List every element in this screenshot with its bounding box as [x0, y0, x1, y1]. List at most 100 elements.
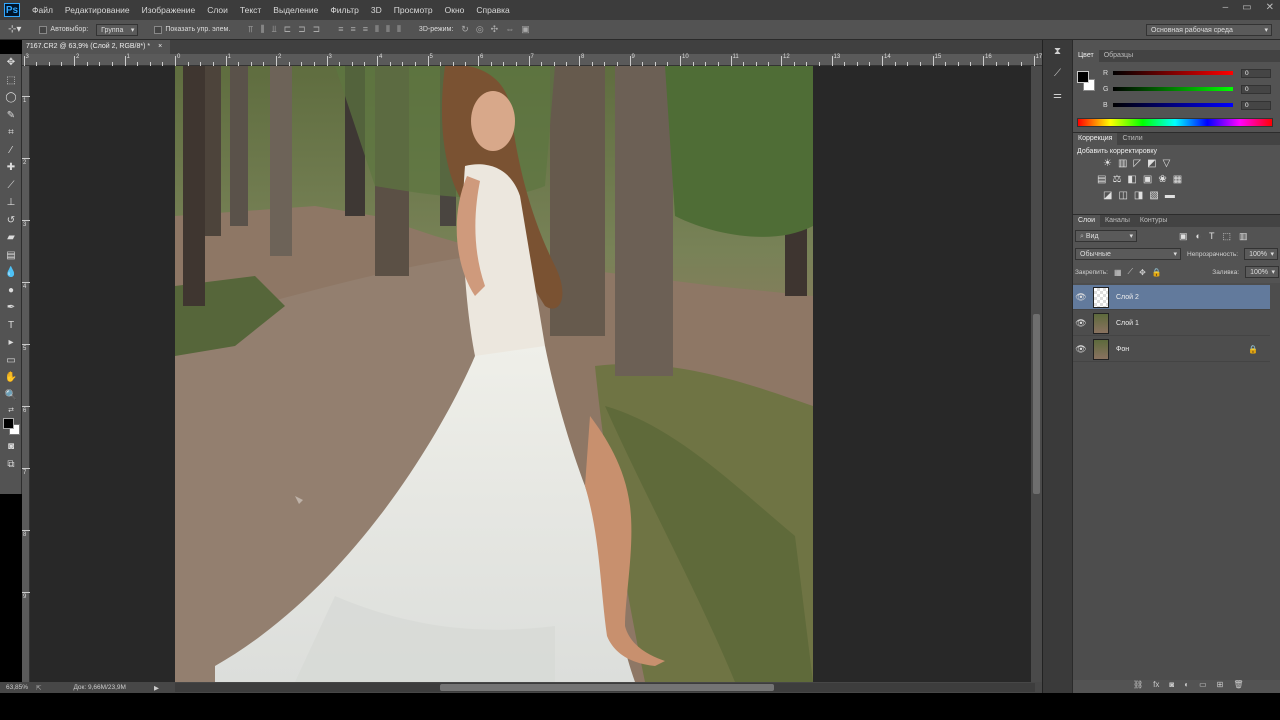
- autoselect-dropdown[interactable]: Группа: [96, 23, 139, 36]
- foreground-color-swatch[interactable]: [3, 418, 14, 429]
- type-tool-icon[interactable]: T: [0, 317, 22, 335]
- blur-tool-icon[interactable]: 💧: [0, 264, 22, 282]
- menu-type[interactable]: Текст: [234, 5, 267, 15]
- menu-select[interactable]: Выделение: [267, 5, 324, 15]
- visibility-eye-icon[interactable]: 👁: [1073, 292, 1089, 303]
- show-controls-checkbox[interactable]: [154, 25, 163, 34]
- 3d-slide-icon[interactable]: ⇔: [505, 24, 514, 35]
- channel-b-slider[interactable]: [1113, 103, 1233, 107]
- filter-shape-icon[interactable]: ⬚: [1222, 231, 1231, 242]
- shape-tool-icon[interactable]: ▭: [0, 352, 22, 370]
- autoselect-checkbox[interactable]: [39, 25, 48, 34]
- tab-layers[interactable]: Слои: [1073, 215, 1101, 227]
- tab-color[interactable]: Цвет: [1073, 50, 1099, 62]
- brush-panel-icon[interactable]: ⟋: [1048, 68, 1068, 84]
- posterize-icon[interactable]: ◫: [1118, 190, 1127, 201]
- filter-pixel-icon[interactable]: ▣: [1179, 231, 1188, 242]
- tab-styles[interactable]: Стили: [1117, 133, 1147, 145]
- pen-tool-icon[interactable]: ✒: [0, 299, 22, 317]
- menu-layers[interactable]: Слои: [201, 5, 234, 15]
- channel-g-slider[interactable]: [1113, 87, 1233, 91]
- brush-tool-icon[interactable]: ⟋: [0, 177, 22, 195]
- minimize-button[interactable]: –: [1223, 2, 1229, 13]
- horizontal-scrollbar[interactable]: [175, 683, 1035, 692]
- gradient-map-icon[interactable]: ▬: [1165, 190, 1175, 201]
- align-bottom-icon[interactable]: ⫫: [272, 24, 277, 35]
- channel-r-slider[interactable]: [1113, 71, 1233, 75]
- stamp-tool-icon[interactable]: ⊥: [0, 194, 22, 212]
- link-layers-icon[interactable]: ⛓: [1133, 680, 1143, 689]
- channel-r-input[interactable]: 0: [1241, 68, 1271, 78]
- channel-g-input[interactable]: 0: [1241, 84, 1271, 94]
- eyedropper-tool-icon[interactable]: ⁄: [0, 142, 22, 160]
- brightness-icon[interactable]: ☀: [1103, 158, 1112, 169]
- new-layer-icon[interactable]: ⊞: [1217, 680, 1224, 689]
- maximize-button[interactable]: ▭: [1242, 2, 1251, 13]
- zoom-level[interactable]: 63,85%: [6, 684, 32, 691]
- vibrance-icon[interactable]: ▽: [1163, 158, 1171, 169]
- distribute-1-icon[interactable]: ≡: [338, 24, 343, 35]
- lock-paint-icon[interactable]: ⟋: [1128, 267, 1134, 277]
- menu-help[interactable]: Справка: [470, 5, 515, 15]
- zoom-tool-icon[interactable]: 🔍: [0, 387, 22, 405]
- vertical-scrollbar[interactable]: [1031, 66, 1042, 682]
- document-photo[interactable]: [175, 66, 813, 682]
- eraser-tool-icon[interactable]: ▰: [0, 229, 22, 247]
- horizontal-scrollbar-thumb[interactable]: [440, 684, 774, 691]
- curves-icon[interactable]: ◸: [1133, 158, 1141, 169]
- photo-filter-icon[interactable]: ▣: [1143, 174, 1152, 185]
- menu-window[interactable]: Окно: [439, 5, 471, 15]
- 3d-pan-icon[interactable]: ✣: [491, 24, 499, 35]
- layer-row-2[interactable]: 👁 Слой 2: [1073, 285, 1270, 310]
- channel-b-input[interactable]: 0: [1241, 100, 1271, 110]
- gradient-tool-icon[interactable]: ▤: [0, 247, 22, 265]
- history-brush-tool-icon[interactable]: ↺: [0, 212, 22, 230]
- filter-smart-icon[interactable]: ▥: [1239, 231, 1248, 242]
- move-tool-icon[interactable]: ⊹▾: [8, 24, 21, 35]
- align-center-icon[interactable]: ⊐: [298, 24, 306, 35]
- color-balance-icon[interactable]: ⚖: [1112, 174, 1121, 185]
- new-group-icon[interactable]: ▭: [1199, 680, 1207, 689]
- lasso-tool-icon[interactable]: ◯: [0, 89, 22, 107]
- dodge-tool-icon[interactable]: ●: [0, 282, 22, 300]
- distribute-5-icon[interactable]: ⦀: [386, 24, 390, 35]
- layer-row-1[interactable]: 👁 Слой 1: [1073, 311, 1270, 336]
- foreground-color-swatch[interactable]: [1077, 71, 1089, 83]
- color-swatches[interactable]: [0, 416, 22, 438]
- lock-all-icon[interactable]: 🔒: [1152, 268, 1162, 277]
- menu-3d[interactable]: 3D: [365, 5, 388, 15]
- blend-mode-dropdown[interactable]: Обычные: [1075, 248, 1181, 260]
- layer-row-background[interactable]: 👁 Фон 🔒: [1073, 337, 1270, 362]
- hand-tool-icon[interactable]: ✋: [0, 369, 22, 387]
- document-tab[interactable]: 7167.CR2 @ 63,9% (Слой 2, RGB/8*) * ×: [22, 40, 171, 54]
- add-mask-icon[interactable]: ◙: [1169, 680, 1174, 689]
- distribute-4-icon[interactable]: ⦀: [375, 24, 379, 35]
- workspace-dropdown[interactable]: Основная рабочая среда: [1146, 24, 1272, 36]
- delete-layer-icon[interactable]: 🗑: [1233, 680, 1243, 689]
- canvas-area[interactable]: [30, 66, 1031, 682]
- layer-style-icon[interactable]: fx: [1153, 680, 1159, 689]
- swap-colors-icon[interactable]: ⇄: [0, 404, 22, 416]
- vertical-scrollbar-thumb[interactable]: [1033, 314, 1040, 494]
- adjust-panel-icon[interactable]: ⚌: [1048, 90, 1068, 106]
- quick-mask-icon[interactable]: ◙: [0, 438, 22, 456]
- 3d-scale-icon[interactable]: ▣: [521, 24, 530, 35]
- screen-mode-icon[interactable]: ⧉: [0, 456, 22, 474]
- visibility-eye-icon[interactable]: 👁: [1073, 318, 1089, 329]
- distribute-6-icon[interactable]: ⦀: [397, 24, 401, 35]
- exposure-icon[interactable]: ◩: [1147, 158, 1156, 169]
- path-select-tool-icon[interactable]: ▸: [0, 334, 22, 352]
- align-left-icon[interactable]: ⊏: [284, 24, 292, 35]
- fill-input[interactable]: 100%: [1245, 266, 1279, 278]
- history-panel-icon[interactable]: ⧗: [1048, 46, 1068, 62]
- tab-paths[interactable]: Контуры: [1135, 215, 1172, 227]
- export-icon[interactable]: ⇱: [36, 684, 41, 692]
- layer-filter-dropdown[interactable]: ⌕ Вид: [1075, 230, 1137, 242]
- healing-tool-icon[interactable]: ✚: [0, 159, 22, 177]
- align-middle-icon[interactable]: ⫼: [260, 24, 264, 35]
- new-adjustment-icon[interactable]: ◐: [1184, 680, 1189, 689]
- channel-mixer-icon[interactable]: ❀: [1158, 174, 1166, 185]
- menu-filter[interactable]: Фильтр: [324, 5, 365, 15]
- 3d-roll-icon[interactable]: ◎: [476, 24, 484, 35]
- levels-icon[interactable]: ▥: [1118, 158, 1127, 169]
